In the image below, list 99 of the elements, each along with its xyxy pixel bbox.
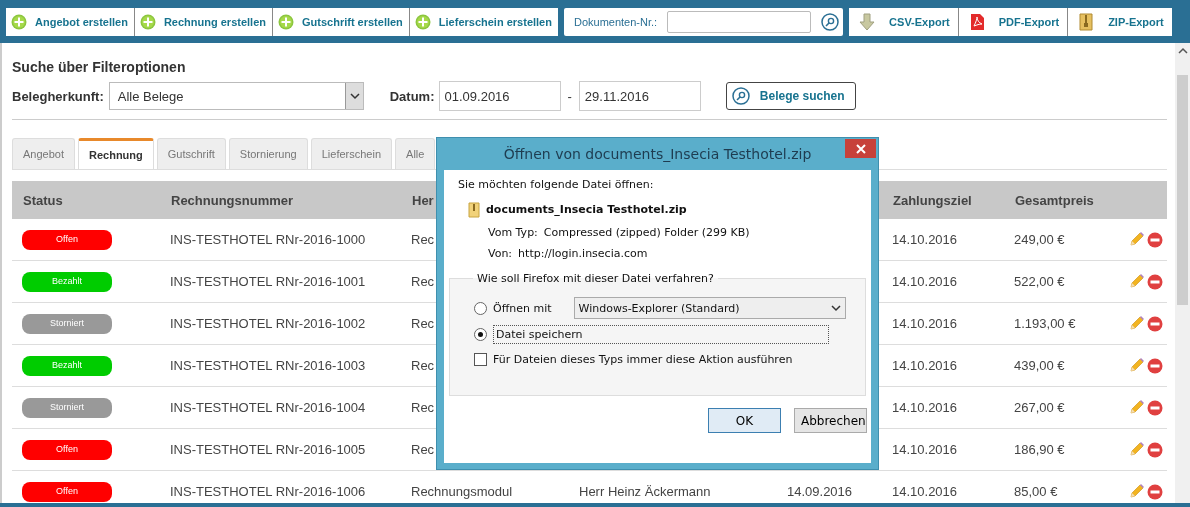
delete-icon[interactable] <box>1147 231 1163 248</box>
status-badge: Bezahlt <box>22 271 112 292</box>
date-from-field[interactable]: 01.09.2016 <box>438 81 561 111</box>
date-to-field[interactable]: 29.11.2016 <box>578 81 701 111</box>
delete-icon[interactable] <box>1147 483 1163 500</box>
column-header: Gesamtpreis <box>1015 192 1094 208</box>
field-label: Vom Typ: <box>488 226 538 239</box>
tab[interactable]: Rechnung <box>78 138 154 169</box>
create-button[interactable]: Angebot erstellen <box>6 8 135 36</box>
group-label: Wie soll Firefox mit dieser Datei verfahren? <box>476 272 715 285</box>
pdf-file-icon <box>968 13 985 31</box>
delete-icon[interactable] <box>1147 273 1163 290</box>
export-button[interactable]: CSV-Export <box>849 8 959 36</box>
document-number-field[interactable] <box>667 11 812 33</box>
table-cell: 14.10.2016 <box>892 274 958 289</box>
plus-icon <box>139 14 156 30</box>
table-cell: INS-TESTHOTEL RNr-2016-1004 <box>170 400 366 415</box>
table-cell: Herr Heinz Äckermann <box>579 484 711 499</box>
status-badge: Offen <box>22 229 112 250</box>
table-cell: 14.10.2016 <box>892 400 958 415</box>
field-value: http://login.insecia.com <box>518 247 648 260</box>
table-cell: INS-TESTHOTEL RNr-2016-1000 <box>170 232 366 247</box>
plus-icon <box>11 14 27 30</box>
table-cell: INS-TESTHOTEL RNr-2016-1003 <box>170 358 366 373</box>
plus-icon <box>278 14 294 30</box>
checkbox[interactable] <box>474 353 487 366</box>
table-cell: 1.193,00 € <box>1014 316 1076 331</box>
delete-icon[interactable] <box>1147 441 1163 458</box>
table-cell: 14.10.2016 <box>892 442 958 457</box>
table-cell: 267,00 € <box>1014 400 1065 415</box>
chevron-down-icon <box>830 304 841 312</box>
down-arrow-icon <box>859 13 876 31</box>
table-cell: 85,00 € <box>1014 484 1058 499</box>
field-label: Datum: <box>389 88 435 104</box>
radio-label: Datei speichern <box>493 324 829 344</box>
search-icon <box>731 87 750 105</box>
delete-icon[interactable] <box>1147 399 1163 416</box>
radio-button[interactable] <box>474 327 487 341</box>
radio-label: Öffnen mit <box>493 301 552 315</box>
checkbox-label: Für Dateien dieses Typs immer diese Aktion ausführen <box>493 353 793 366</box>
date-separator: - <box>567 88 572 104</box>
table-cell: 249,00 € <box>1014 232 1065 247</box>
column-header: Her <box>412 192 434 208</box>
section-title: Suche über Filteroptionen <box>12 59 187 75</box>
delete-icon[interactable] <box>1147 315 1163 332</box>
table-cell: 14.10.2016 <box>892 484 958 499</box>
table-cell: Rec <box>411 316 435 331</box>
origin-dropdown[interactable]: Alle Belege <box>108 82 364 110</box>
column-header: Rechnungsnummer <box>171 192 294 208</box>
table-cell: 14.10.2016 <box>892 358 958 373</box>
search-button[interactable]: Belege suchen <box>725 82 856 110</box>
table-cell: Rec <box>411 442 435 457</box>
table-cell: 14.09.2016 <box>787 484 853 499</box>
tab[interactable]: Lieferschein <box>310 138 393 169</box>
status-badge: Offen <box>22 481 112 502</box>
application-dropdown[interactable]: Windows-Explorer (Standard) <box>573 297 846 319</box>
table-cell: INS-TESTHOTEL RNr-2016-1006 <box>170 484 366 499</box>
tab[interactable]: Stornierung <box>228 138 308 169</box>
dialog-button[interactable]: OK <box>708 408 781 433</box>
status-badge: Bezahlt <box>22 355 112 376</box>
field-label: Dokumenten-Nr.: <box>573 16 658 28</box>
close-icon <box>855 143 866 154</box>
field-value: Compressed (zipped) Folder (299 KB) <box>543 226 750 239</box>
close-button[interactable] <box>845 139 876 158</box>
table-cell: 14.10.2016 <box>892 232 958 247</box>
tab[interactable]: Gutschrift <box>156 138 226 169</box>
dialog-text: Sie möchten folgende Datei öffnen: <box>458 178 655 191</box>
status-badge: Storniert <box>22 397 112 418</box>
status-badge: Offen <box>22 439 112 460</box>
tab[interactable]: Alle <box>395 138 436 169</box>
field-label: Belegherkunft: <box>12 88 104 104</box>
zip-file-icon <box>468 201 480 218</box>
table-cell: Rec <box>411 400 435 415</box>
dialog-button[interactable]: Abbrechen <box>794 408 867 433</box>
file-name: documents_Insecia Testhotel.zip <box>486 203 687 216</box>
delete-icon[interactable] <box>1147 357 1163 374</box>
table-cell: 439,00 € <box>1014 358 1065 373</box>
chevron-down-icon <box>344 83 363 109</box>
zip-file-icon <box>1078 13 1095 31</box>
table-cell: INS-TESTHOTEL RNr-2016-1001 <box>170 274 366 289</box>
table-cell: 186,90 € <box>1014 442 1065 457</box>
table-cell: Rechnungsmodul <box>411 484 513 499</box>
table-cell: INS-TESTHOTEL RNr-2016-1005 <box>170 442 366 457</box>
table-cell: Rec <box>411 274 435 289</box>
table-cell: Rec <box>411 358 435 373</box>
plus-icon <box>414 14 431 30</box>
tab[interactable]: Angebot <box>12 138 75 169</box>
dialog-title: Öffnen von documents_Insecia Testhotel.zip <box>503 146 812 162</box>
status-badge: Storniert <box>22 313 112 334</box>
table-cell: 522,00 € <box>1014 274 1065 289</box>
table-cell: INS-TESTHOTEL RNr-2016-1002 <box>170 316 366 331</box>
column-header: Zahlungsziel <box>893 192 972 208</box>
table-cell: 14.10.2016 <box>892 316 958 331</box>
column-header: Status <box>23 192 63 208</box>
radio-button[interactable] <box>474 301 487 315</box>
table-cell: Rec <box>411 232 435 247</box>
field-label: Von: <box>488 247 513 260</box>
scrollbar-thumb[interactable] <box>1177 75 1188 305</box>
search-icon[interactable] <box>821 13 840 31</box>
